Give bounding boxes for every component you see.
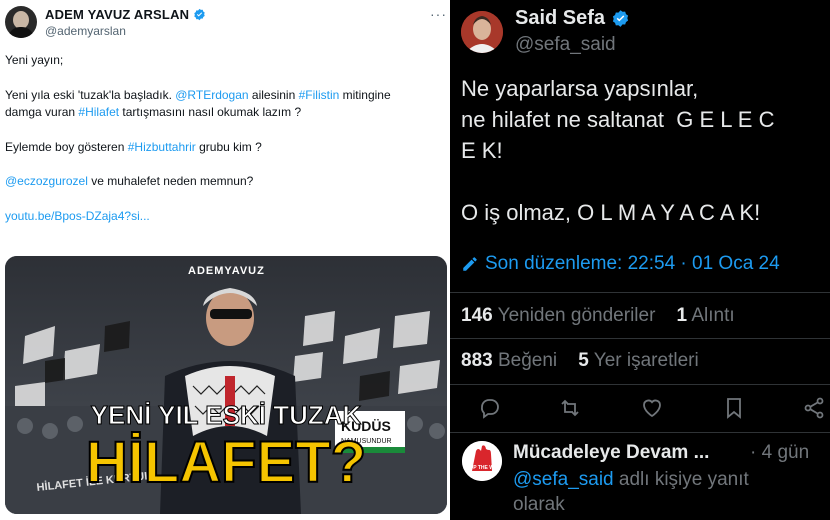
verified-badge-icon xyxy=(612,10,629,27)
retweets-stat[interactable]: 146 Yeniden gönderiler xyxy=(461,305,655,326)
action-bar xyxy=(450,396,830,420)
share-icon[interactable] xyxy=(802,396,826,420)
hashtag-link[interactable]: #Filistin xyxy=(299,88,340,102)
bookmarks-stat[interactable]: 5 Yer işaretleri xyxy=(578,350,698,371)
author-name-text[interactable]: ADEM YAVUZ ARSLAN xyxy=(45,7,189,22)
tweet-paragraph-cont: damga vuran #Hilafet tartışmasını nasıl … xyxy=(5,105,302,119)
tweet-line: Yeni yayın; xyxy=(5,53,64,67)
tweet-line: E K! xyxy=(461,138,503,163)
divider xyxy=(450,432,830,433)
retweet-icon[interactable] xyxy=(558,396,582,420)
author-name-text[interactable]: Said Sefa xyxy=(515,7,605,30)
author-handle[interactable]: @sefa_said xyxy=(515,34,616,56)
like-heart-icon[interactable] xyxy=(640,396,664,420)
divider xyxy=(450,338,830,339)
screenshot-composite: ADEM YAVUZ ARSLAN @ademyarslan ··· Yeni … xyxy=(0,0,830,520)
avatar[interactable]: STOP THE WAR xyxy=(462,441,502,481)
mention-link[interactable]: @eczozgurozel xyxy=(5,174,88,188)
headline-line1: YENİ YIL ESKİ TUZAK xyxy=(91,400,362,430)
author-name[interactable]: ADEM YAVUZ ARSLAN xyxy=(45,7,206,22)
like-bookmark-stats: 883 Beğeni 5 Yer işaretleri xyxy=(461,350,699,372)
tweet-text: Yeni yayın; Yeni yıla eski 'tuzak'la baş… xyxy=(5,52,445,225)
author-name[interactable]: Said Sefa xyxy=(515,7,630,30)
left-tweet-card: ADEM YAVUZ ARSLAN @ademyarslan ··· Yeni … xyxy=(0,0,450,520)
pencil-icon xyxy=(463,257,477,271)
headline-line2: HİLAFET? xyxy=(86,430,366,495)
avatar[interactable] xyxy=(461,11,503,53)
likes-stat[interactable]: 883 Beğeni xyxy=(461,350,557,371)
reply-icon[interactable] xyxy=(478,396,502,420)
tweet-line: ne hilafet ne saltanat G E L E C xyxy=(461,107,775,132)
reply-timestamp[interactable]: · 4 gün xyxy=(750,442,809,464)
reply-author-name[interactable]: Mücadeleye Devam ... xyxy=(513,442,709,464)
tweet-media-thumbnail[interactable]: KUDÜS NAMUSUNDUR HİLAFET İLE KURTUL ADEM… xyxy=(5,256,447,514)
more-options-icon[interactable]: ··· xyxy=(430,6,447,22)
tweet-text: Ne yaparlarsa yapsınlar, ne hilafet ne s… xyxy=(461,73,830,228)
reply-tweet[interactable]: STOP THE WAR Mücadeleye Devam ... · 4 gü… xyxy=(450,436,830,520)
divider xyxy=(450,292,830,293)
author-handle[interactable]: @ademyarslan xyxy=(45,24,126,38)
external-link[interactable]: youtu.be/Bpos-DZaja4?si... xyxy=(5,209,150,223)
bookmark-icon[interactable] xyxy=(722,396,746,420)
divider xyxy=(450,384,830,385)
quotes-stat[interactable]: 1 Alıntı xyxy=(677,305,735,326)
reply-context: @sefa_said adlı kişiye yanıt olarak xyxy=(513,469,749,515)
tweet-paragraph: @eczozgurozel ve muhalefet neden memnun? xyxy=(5,174,254,188)
avatar-text: STOP THE WAR xyxy=(463,465,501,471)
edit-label[interactable]: Son düzenleme: 22:54 · 01 Oca 24 xyxy=(485,253,780,275)
tweet-line: O iş olmaz, O L M A Y A C A K! xyxy=(461,200,761,225)
edit-history-link[interactable]: Son düzenleme: 22:54 · 01 Oca 24 xyxy=(461,253,780,275)
media-illustration: KUDÜS NAMUSUNDUR HİLAFET İLE KURTUL ADEM… xyxy=(5,256,447,514)
tweet-line: Ne yaparlarsa yapsınlar, xyxy=(461,76,699,101)
retweet-quote-stats: 146 Yeniden gönderiler 1 Alıntı xyxy=(461,305,735,327)
tweet-paragraph: Yeni yıla eski 'tuzak'la başladık. @RTEr… xyxy=(5,87,391,102)
verified-badge-icon xyxy=(194,8,205,21)
mention-link[interactable]: @sefa_said xyxy=(513,469,614,490)
hashtag-link[interactable]: #Hizbuttahrir xyxy=(128,140,196,154)
tweet-paragraph: Eylemde boy gösteren #Hizbuttahrir grubu… xyxy=(5,139,262,154)
avatar[interactable] xyxy=(5,6,37,38)
brand-logo: ADEMYAVUZ xyxy=(188,265,265,277)
mention-link[interactable]: @RTErdogan xyxy=(175,88,248,102)
hashtag-link[interactable]: #Hilafet xyxy=(78,105,119,119)
right-tweet-card: Said Sefa @sefa_said Ne yaparlarsa yapsı… xyxy=(450,0,830,520)
